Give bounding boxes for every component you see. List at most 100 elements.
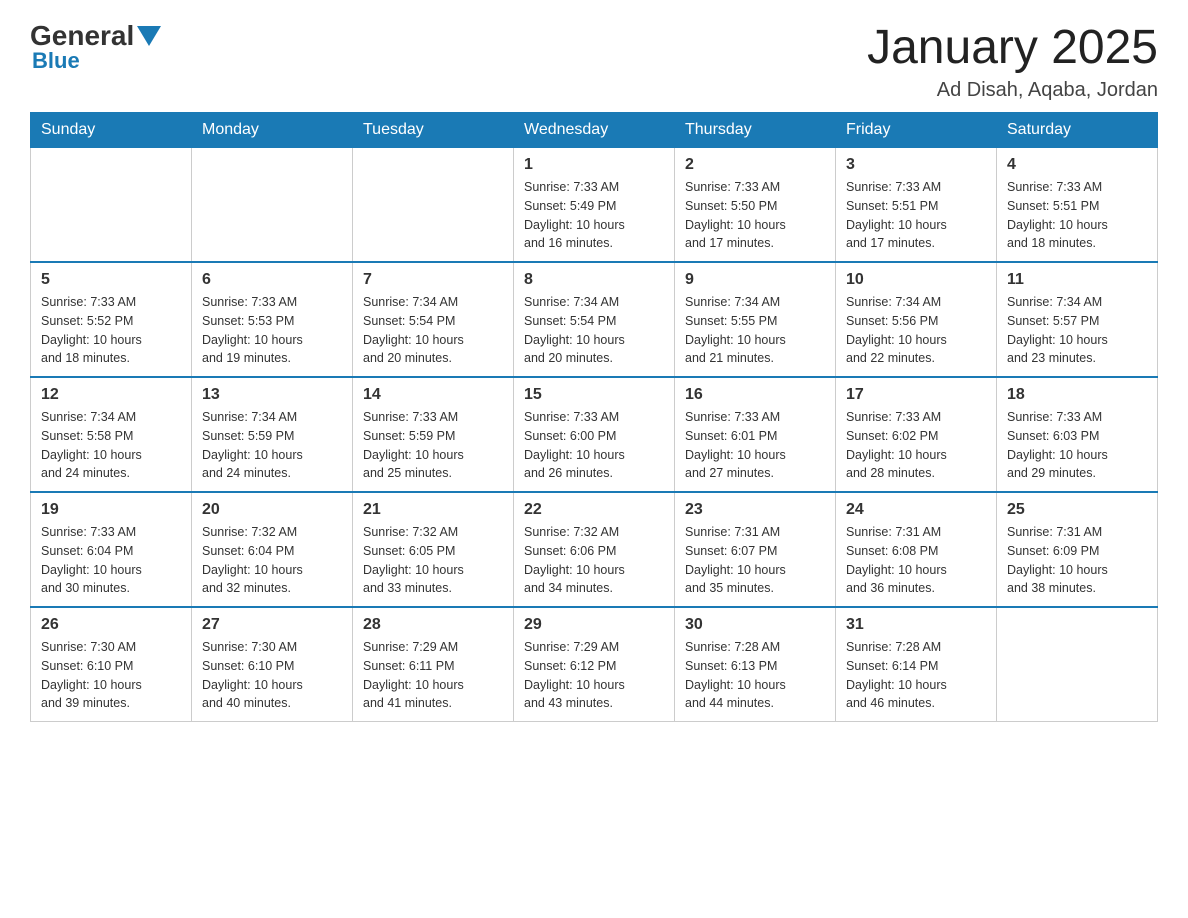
table-row: [192, 148, 353, 263]
day-info: Sunrise: 7:31 AMSunset: 6:09 PMDaylight:…: [1007, 523, 1147, 598]
table-row: 25 Sunrise: 7:31 AMSunset: 6:09 PMDayligh…: [997, 492, 1158, 607]
table-row: 29 Sunrise: 7:29 AMSunset: 6:12 PMDayligh…: [514, 607, 675, 722]
calendar-week-row: 1 Sunrise: 7:33 AMSunset: 5:49 PMDaylight…: [31, 148, 1158, 263]
col-monday: Monday: [192, 113, 353, 148]
col-thursday: Thursday: [675, 113, 836, 148]
day-info: Sunrise: 7:32 AMSunset: 6:06 PMDaylight:…: [524, 523, 664, 598]
day-info: Sunrise: 7:34 AMSunset: 5:58 PMDaylight:…: [41, 408, 181, 483]
table-row: 4 Sunrise: 7:33 AMSunset: 5:51 PMDaylight…: [997, 148, 1158, 263]
day-number: 4: [1007, 156, 1147, 174]
table-row: 1 Sunrise: 7:33 AMSunset: 5:49 PMDaylight…: [514, 148, 675, 263]
day-number: 8: [524, 271, 664, 289]
day-info: Sunrise: 7:31 AMSunset: 6:07 PMDaylight:…: [685, 523, 825, 598]
day-info: Sunrise: 7:34 AMSunset: 5:55 PMDaylight:…: [685, 293, 825, 368]
day-number: 30: [685, 616, 825, 634]
day-info: Sunrise: 7:33 AMSunset: 6:03 PMDaylight:…: [1007, 408, 1147, 483]
day-number: 7: [363, 271, 503, 289]
calendar-week-row: 26 Sunrise: 7:30 AMSunset: 6:10 PMDayligh…: [31, 607, 1158, 722]
day-info: Sunrise: 7:30 AMSunset: 6:10 PMDaylight:…: [41, 638, 181, 713]
day-number: 15: [524, 386, 664, 404]
day-info: Sunrise: 7:34 AMSunset: 5:56 PMDaylight:…: [846, 293, 986, 368]
calendar-header-row: Sunday Monday Tuesday Wednesday Thursday…: [31, 113, 1158, 148]
table-row: 9 Sunrise: 7:34 AMSunset: 5:55 PMDaylight…: [675, 262, 836, 377]
table-row: 23 Sunrise: 7:31 AMSunset: 6:07 PMDayligh…: [675, 492, 836, 607]
table-row: 13 Sunrise: 7:34 AMSunset: 5:59 PMDayligh…: [192, 377, 353, 492]
table-row: 22 Sunrise: 7:32 AMSunset: 6:06 PMDayligh…: [514, 492, 675, 607]
logo-blue-text: Blue: [32, 48, 80, 74]
day-info: Sunrise: 7:33 AMSunset: 5:59 PMDaylight:…: [363, 408, 503, 483]
day-number: 18: [1007, 386, 1147, 404]
day-number: 28: [363, 616, 503, 634]
day-info: Sunrise: 7:33 AMSunset: 5:52 PMDaylight:…: [41, 293, 181, 368]
table-row: 6 Sunrise: 7:33 AMSunset: 5:53 PMDaylight…: [192, 262, 353, 377]
day-info: Sunrise: 7:34 AMSunset: 5:54 PMDaylight:…: [363, 293, 503, 368]
day-info: Sunrise: 7:28 AMSunset: 6:14 PMDaylight:…: [846, 638, 986, 713]
logo: General Blue: [30, 20, 164, 74]
day-info: Sunrise: 7:33 AMSunset: 5:51 PMDaylight:…: [846, 178, 986, 253]
table-row: 11 Sunrise: 7:34 AMSunset: 5:57 PMDayligh…: [997, 262, 1158, 377]
calendar-week-row: 19 Sunrise: 7:33 AMSunset: 6:04 PMDayligh…: [31, 492, 1158, 607]
calendar-table: Sunday Monday Tuesday Wednesday Thursday…: [30, 112, 1158, 722]
table-row: 30Sunrise: 7:28 AMSunset: 6:13 PMDayligh…: [675, 607, 836, 722]
day-number: 11: [1007, 271, 1147, 289]
day-info: Sunrise: 7:33 AMSunset: 6:02 PMDaylight:…: [846, 408, 986, 483]
day-number: 17: [846, 386, 986, 404]
day-number: 1: [524, 156, 664, 174]
day-number: 26: [41, 616, 181, 634]
day-info: Sunrise: 7:32 AMSunset: 6:05 PMDaylight:…: [363, 523, 503, 598]
day-number: 13: [202, 386, 342, 404]
day-number: 5: [41, 271, 181, 289]
day-number: 31: [846, 616, 986, 634]
calendar-week-row: 5 Sunrise: 7:33 AMSunset: 5:52 PMDaylight…: [31, 262, 1158, 377]
day-info: Sunrise: 7:29 AMSunset: 6:12 PMDaylight:…: [524, 638, 664, 713]
day-info: Sunrise: 7:32 AMSunset: 6:04 PMDaylight:…: [202, 523, 342, 598]
table-row: 26 Sunrise: 7:30 AMSunset: 6:10 PMDayligh…: [31, 607, 192, 722]
table-row: 16Sunrise: 7:33 AMSunset: 6:01 PMDayligh…: [675, 377, 836, 492]
day-info: Sunrise: 7:34 AMSunset: 5:54 PMDaylight:…: [524, 293, 664, 368]
table-row: 12 Sunrise: 7:34 AMSunset: 5:58 PMDayligh…: [31, 377, 192, 492]
day-info: Sunrise: 7:31 AMSunset: 6:08 PMDaylight:…: [846, 523, 986, 598]
day-info: Sunrise: 7:33 AMSunset: 6:04 PMDaylight:…: [41, 523, 181, 598]
table-row: 17 Sunrise: 7:33 AMSunset: 6:02 PMDayligh…: [836, 377, 997, 492]
table-row: 19 Sunrise: 7:33 AMSunset: 6:04 PMDayligh…: [31, 492, 192, 607]
location-text: Ad Disah, Aqaba, Jordan: [867, 79, 1158, 102]
day-number: 21: [363, 501, 503, 519]
table-row: 21 Sunrise: 7:32 AMSunset: 6:05 PMDayligh…: [353, 492, 514, 607]
day-number: 29: [524, 616, 664, 634]
day-number: 27: [202, 616, 342, 634]
day-number: 19: [41, 501, 181, 519]
day-number: 9: [685, 271, 825, 289]
day-number: 3: [846, 156, 986, 174]
day-number: 6: [202, 271, 342, 289]
day-number: 22: [524, 501, 664, 519]
table-row: 14Sunrise: 7:33 AMSunset: 5:59 PMDayligh…: [353, 377, 514, 492]
calendar-week-row: 12 Sunrise: 7:34 AMSunset: 5:58 PMDayligh…: [31, 377, 1158, 492]
col-friday: Friday: [836, 113, 997, 148]
day-number: 24: [846, 501, 986, 519]
table-row: 24 Sunrise: 7:31 AMSunset: 6:08 PMDayligh…: [836, 492, 997, 607]
day-number: 20: [202, 501, 342, 519]
col-saturday: Saturday: [997, 113, 1158, 148]
day-number: 10: [846, 271, 986, 289]
table-row: [31, 148, 192, 263]
table-row: 7 Sunrise: 7:34 AMSunset: 5:54 PMDaylight…: [353, 262, 514, 377]
day-number: 2: [685, 156, 825, 174]
day-number: 12: [41, 386, 181, 404]
page-header: General Blue January 2025 Ad Disah, Aqab…: [30, 20, 1158, 102]
day-info: Sunrise: 7:33 AMSunset: 5:50 PMDaylight:…: [685, 178, 825, 253]
day-info: Sunrise: 7:33 AMSunset: 5:51 PMDaylight:…: [1007, 178, 1147, 253]
month-title: January 2025: [867, 20, 1158, 75]
logo-triangle-icon: [137, 26, 161, 46]
day-number: 23: [685, 501, 825, 519]
table-row: 2 Sunrise: 7:33 AMSunset: 5:50 PMDaylight…: [675, 148, 836, 263]
day-info: Sunrise: 7:34 AMSunset: 5:57 PMDaylight:…: [1007, 293, 1147, 368]
day-info: Sunrise: 7:33 AMSunset: 6:01 PMDaylight:…: [685, 408, 825, 483]
day-info: Sunrise: 7:33 AMSunset: 5:49 PMDaylight:…: [524, 178, 664, 253]
day-info: Sunrise: 7:33 AMSunset: 6:00 PMDaylight:…: [524, 408, 664, 483]
day-info: Sunrise: 7:33 AMSunset: 5:53 PMDaylight:…: [202, 293, 342, 368]
col-tuesday: Tuesday: [353, 113, 514, 148]
day-number: 25: [1007, 501, 1147, 519]
table-row: 31 Sunrise: 7:28 AMSunset: 6:14 PMDayligh…: [836, 607, 997, 722]
table-row: 20 Sunrise: 7:32 AMSunset: 6:04 PMDayligh…: [192, 492, 353, 607]
day-info: Sunrise: 7:34 AMSunset: 5:59 PMDaylight:…: [202, 408, 342, 483]
